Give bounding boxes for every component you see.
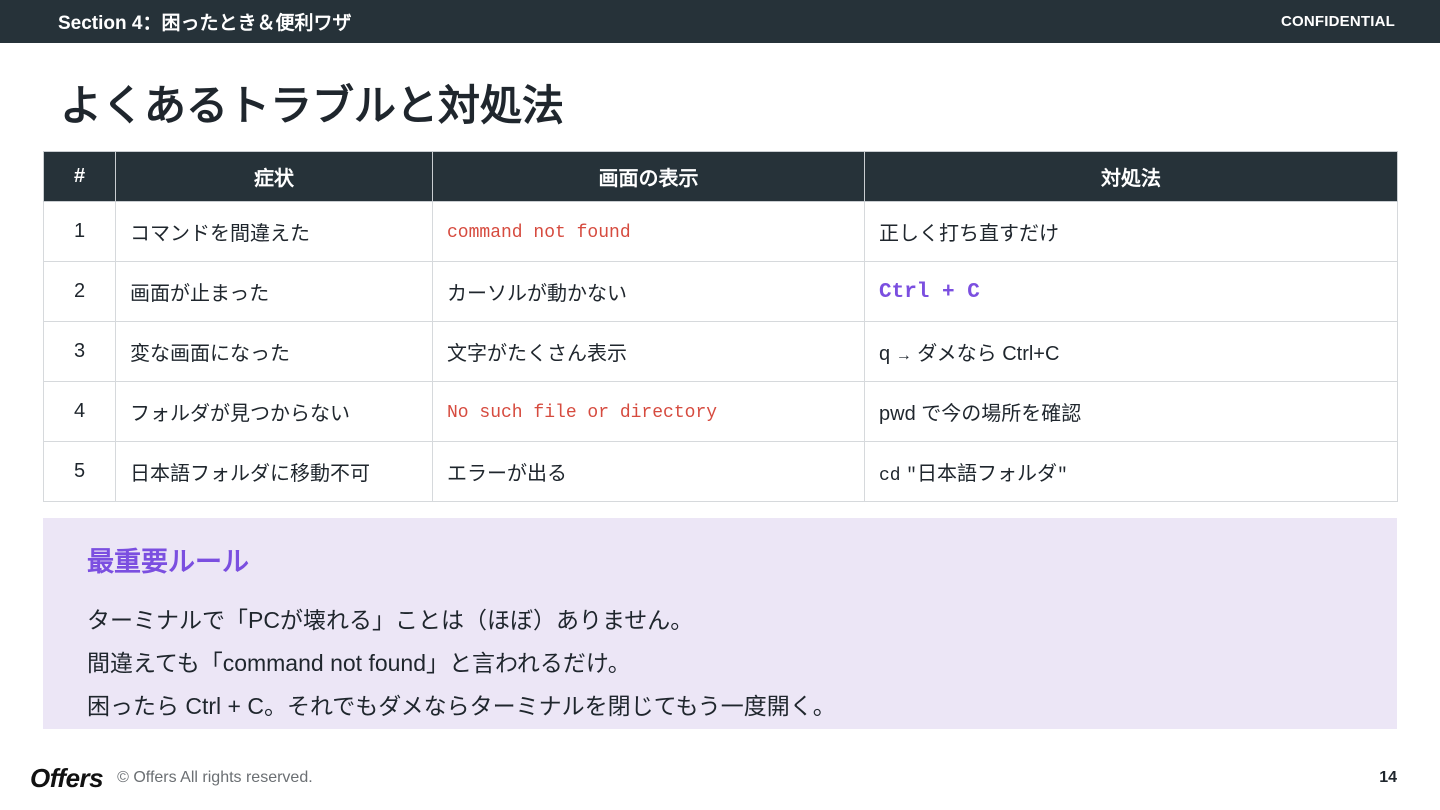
rule-title: 最重要ルール	[87, 547, 249, 577]
display-cell: カーソルが動かない	[432, 261, 865, 322]
column-header-fix: 対処法	[864, 151, 1398, 202]
fix-cell: q → ダメなら Ctrl+C	[864, 321, 1398, 382]
symptom-cell: コマンドを間違えた	[115, 201, 433, 262]
command-cd: cd	[879, 466, 901, 486]
fix-cell: cd "日本語フォルダ"	[864, 441, 1398, 502]
fix-cell: pwd で今の場所を確認	[864, 381, 1398, 442]
error-message: command not found	[447, 223, 631, 243]
copyright: © Offers All rights reserved.	[117, 769, 313, 786]
offers-logo: Offers	[30, 762, 104, 793]
row-number: 5	[43, 441, 116, 502]
rule-line: 困ったら Ctrl + C。それでもダメならターミナルを閉じてもう一度開く。	[87, 693, 836, 719]
fix-fallback: ダメなら Ctrl+C	[917, 343, 1060, 365]
quote-close: "	[1056, 466, 1068, 486]
shortcut-key: Ctrl + C	[879, 280, 980, 304]
row-number: 4	[43, 381, 116, 442]
trouble-table: # 症状 画面の表示 対処法 1 コマンドを間違えた command not f…	[43, 151, 1398, 502]
column-header-number: #	[43, 151, 116, 202]
table-row: 2 画面が止まった カーソルが動かない Ctrl + C	[43, 261, 1398, 322]
fix-cell: 正しく打ち直すだけ	[864, 201, 1398, 262]
symptom-cell: 変な画面になった	[115, 321, 433, 382]
table-row: 5 日本語フォルダに移動不可 エラーが出る cd "日本語フォルダ"	[43, 441, 1398, 502]
confidential-label: CONFIDENTIAL	[1280, 13, 1395, 30]
column-header-display: 画面の表示	[432, 151, 865, 202]
table-row: 4 フォルダが見つからない No such file or directory …	[43, 381, 1398, 442]
symptom-cell: 日本語フォルダに移動不可	[115, 441, 433, 502]
arrow-right-icon: →	[895, 347, 912, 364]
rule-line: ターミナルで「PCが壊れる」ことは（ほぼ）ありません。	[87, 607, 694, 633]
display-cell: No such file or directory	[432, 381, 865, 442]
row-number: 3	[43, 321, 116, 382]
table-row: 1 コマンドを間違えた command not found 正しく打ち直すだけ	[43, 201, 1398, 262]
error-message: No such file or directory	[447, 403, 718, 423]
rule-line: 間違えても「command not found」と言われるだけ。	[87, 650, 631, 676]
row-number: 2	[43, 261, 116, 322]
footer: Offers © Offers All rights reserved. 14	[0, 760, 1440, 796]
header-bar: Section 4：困ったとき＆便利ワザ CONFIDENTIAL	[0, 0, 1440, 43]
symptom-cell: フォルダが見つからない	[115, 381, 433, 442]
display-cell: command not found	[432, 201, 865, 262]
display-cell: エラーが出る	[432, 441, 865, 502]
row-number: 1	[43, 201, 116, 262]
fix-key-q: q	[879, 343, 891, 365]
quote-open: "	[906, 466, 917, 486]
table-header-row: # 症状 画面の表示 対処法	[43, 151, 1398, 202]
section-label: Section 4：困ったとき＆便利ワザ	[58, 13, 352, 34]
column-header-symptom: 症状	[115, 151, 433, 202]
page-number: 14	[1379, 769, 1397, 786]
fix-cell: Ctrl + C	[864, 261, 1398, 322]
folder-name: 日本語フォルダ	[916, 463, 1057, 485]
table-row: 3 変な画面になった 文字がたくさん表示 q → ダメなら Ctrl+C	[43, 321, 1398, 382]
symptom-cell: 画面が止まった	[115, 261, 433, 322]
rule-callout: 最重要ルール ターミナルで「PCが壊れる」ことは（ほぼ）ありません。 間違えても…	[43, 518, 1397, 729]
page-title: よくあるトラブルと対処法	[60, 82, 565, 129]
display-cell: 文字がたくさん表示	[432, 321, 865, 382]
